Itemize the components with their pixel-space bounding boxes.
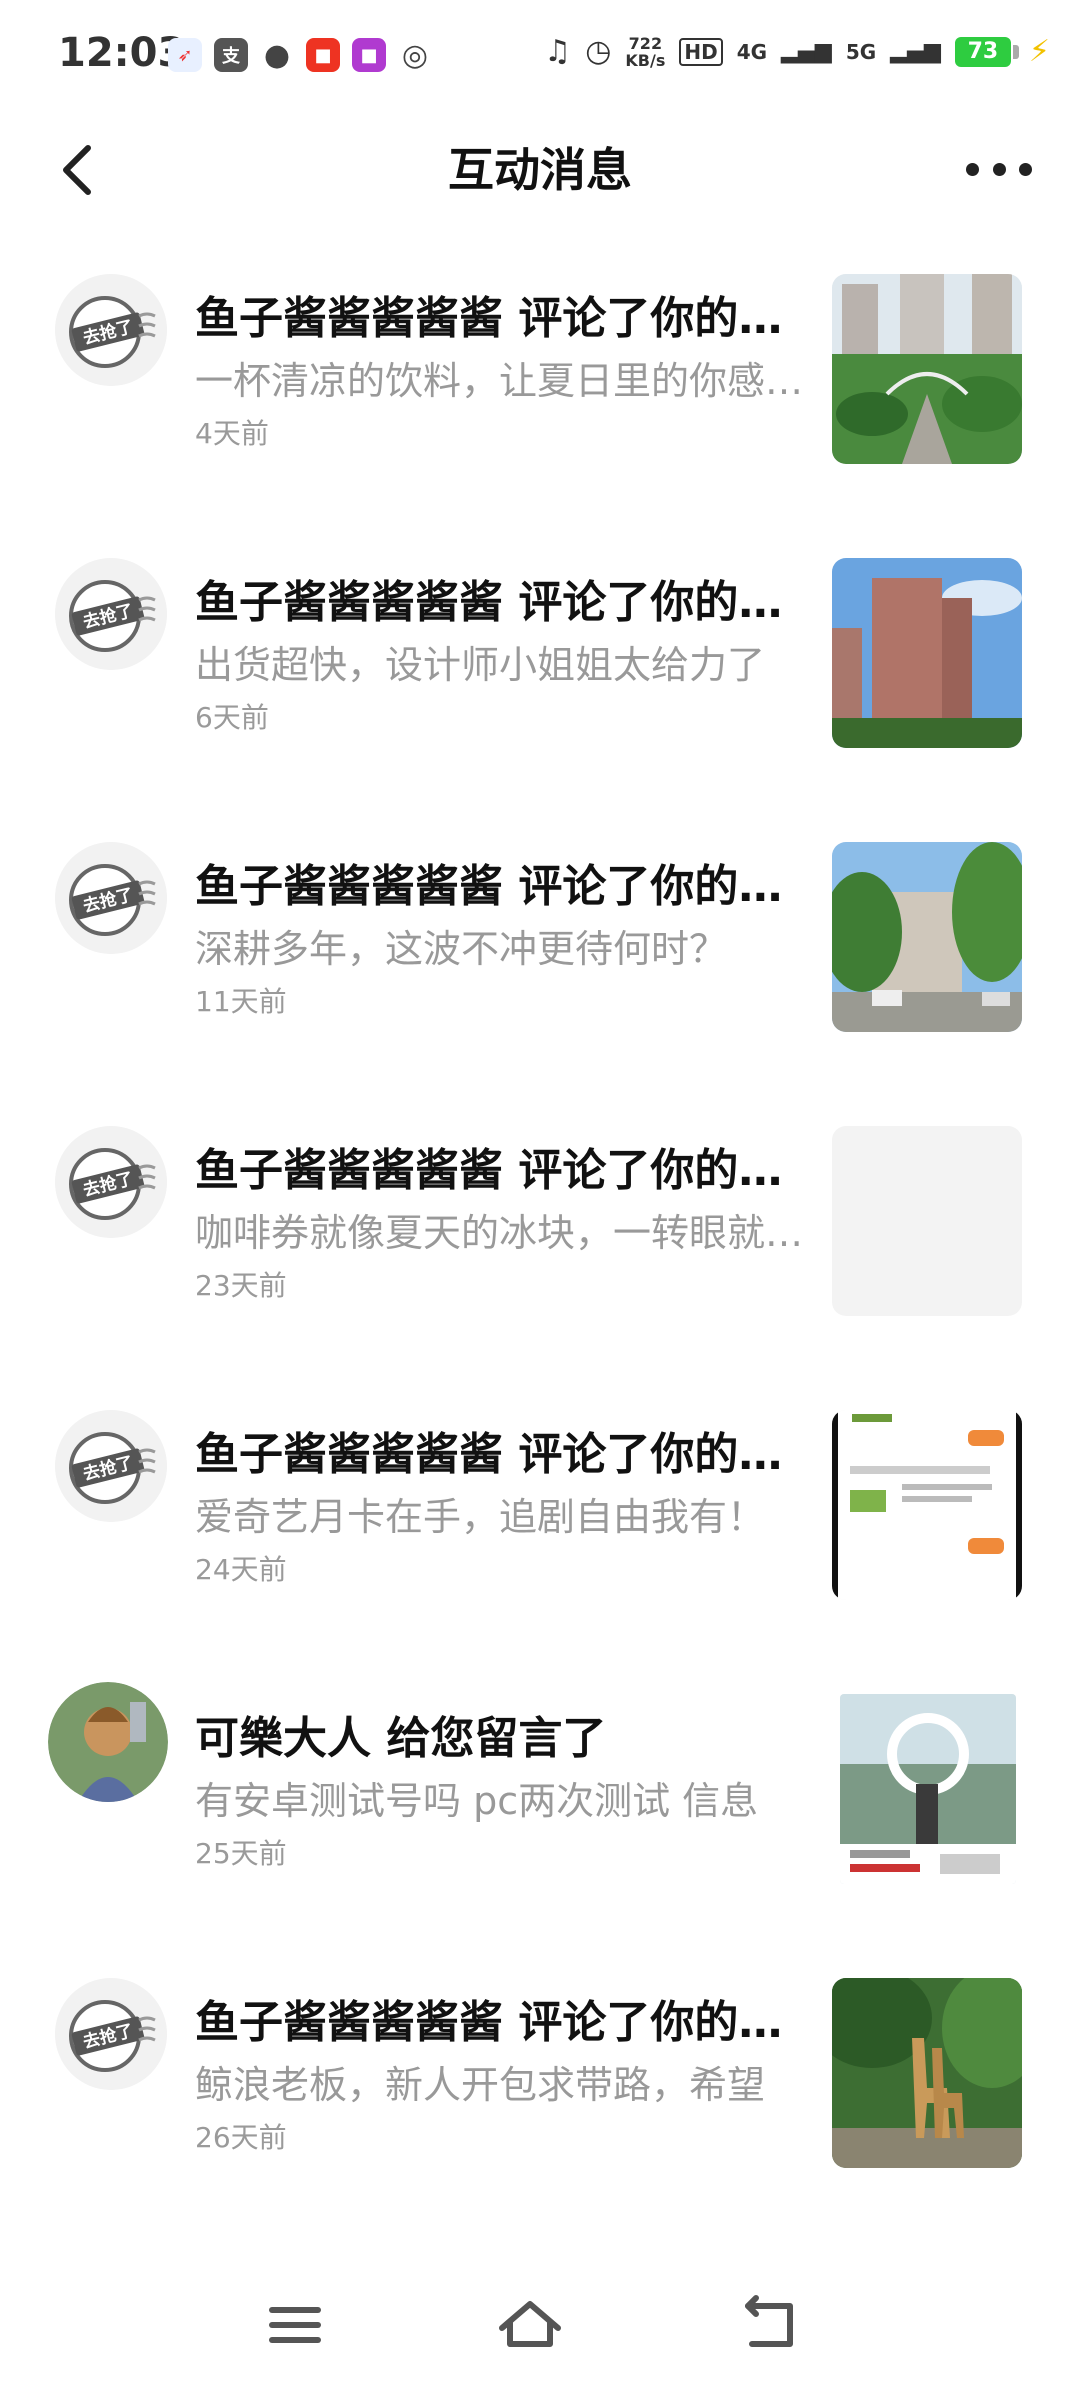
street-image [832,842,1022,1032]
dot-icon [992,162,1006,176]
message-preview: 出货超快，设计师小姐姐太给力了 [195,643,766,687]
list-item[interactable]: 去抢了 鱼子酱酱酱酱酱 评论了你的动态 出货超快，设计师小姐姐太给力了 6天前 [0,546,1080,748]
top-app-bar: 互动消息 [0,120,1080,220]
message-preview: 鲸浪老板，新人开包求带路，希望 [195,2063,766,2107]
back-nav-button[interactable] [730,2290,810,2360]
message-title: 鱼子酱酱酱酱酱 评论了你的动态 [195,293,825,344]
bank-app-icon: ■ [352,38,386,72]
message-title: 鱼子酱酱酱酱酱 评论了你的动态 [195,861,825,912]
stamp-avatar-icon: 去抢了 [55,1410,167,1522]
stamp-avatar-icon: 去抢了 [55,274,167,386]
signal-4g: 4G [736,39,768,64]
avatar[interactable]: 去抢了 [55,1978,167,2090]
signal-bars-icon: ▂▄▆ [890,39,941,64]
message-time: 25天前 [195,1837,287,1870]
signal-5g: 5G [845,39,877,64]
message-title: 可樂大人 给您留言了 [195,1713,607,1764]
avatar[interactable]: 去抢了 [55,1126,167,1238]
message-preview: 咖啡券就像夏天的冰块，一转眼就没了 [195,1211,825,1255]
game-scene-image [840,1694,1016,1884]
message-title: 鱼子酱酱酱酱酱 评论了你的动态 [195,1429,825,1480]
shopping-app-icon: ■ [306,38,340,72]
game-character-avatar-icon [48,1682,168,1802]
list-item[interactable]: 去抢了 鱼子酱酱酱酱酱 评论了你的动态 深耕多年，这波不冲更待何时？ 11天前 [0,830,1080,1032]
home-button[interactable] [490,2290,570,2360]
battery-indicator: 73 [954,36,1019,67]
list-item[interactable]: 去抢了 鱼子酱酱酱酱酱 评论了你的动态 咖啡券就像夏天的冰块，一转眼就没了 23… [0,1114,1080,1316]
menu-icon [269,2307,321,2343]
stamp-avatar-icon: 去抢了 [55,558,167,670]
network-speed: 722 KB/s [625,33,666,70]
stamp-avatar-icon: 去抢了 [55,842,167,954]
page-title: 互动消息 [448,143,632,197]
charging-icon: ⚡ [1028,34,1050,69]
avatar[interactable]: 去抢了 [55,274,167,386]
alarm-icon: ◷ [585,34,612,69]
message-preview: 爱奇艺月卡在手，追剧自由我有！ [195,1495,766,1539]
message-time: 24天前 [195,1553,287,1586]
post-thumbnail[interactable] [832,558,1022,748]
avatar[interactable]: 去抢了 [55,1410,167,1522]
message-time: 11天前 [195,985,287,1018]
stamp-avatar-icon: 去抢了 [55,1126,167,1238]
avatar[interactable]: 去抢了 [55,842,167,954]
headphones-icon: ♫ [544,34,572,69]
post-thumbnail[interactable] [832,1978,1022,2168]
tower-image [832,558,1022,748]
post-thumbnail[interactable] [832,274,1022,464]
signal-bars-icon: ▂▄▆ [781,39,832,64]
avatar[interactable]: 去抢了 [55,558,167,670]
list-item[interactable]: 去抢了 鱼子酱酱酱酱酱 评论了你的动态 爱奇艺月卡在手，追剧自由我有！ 24天前 [0,1398,1080,1600]
status-time: 12:03 [58,30,186,76]
post-thumbnail[interactable] [832,842,1022,1032]
notification-icons: ➶ 支 ● ■ ■ ◎ [168,37,432,73]
message-time: 23天前 [195,1269,287,1302]
message-preview: 深耕多年，这波不冲更待何时？ [195,927,728,971]
chat-screenshot-image [832,1410,1022,1600]
dot-icon [1019,162,1032,176]
message-time: 6天前 [195,701,269,734]
message-title: 鱼子酱酱酱酱酱 评论了你的动态 [195,1997,825,2048]
recent-apps-button[interactable] [256,2290,336,2360]
message-title: 鱼子酱酱酱酱酱 评论了你的动态 [195,1145,825,1196]
message-time: 4天前 [195,417,269,450]
list-item[interactable]: 去抢了 鱼子酱酱酱酱酱 评论了你的动态 一杯清凉的饮料，让夏日里的你感到清爽 4… [0,262,1080,464]
giraffe-image [832,1978,1022,2168]
message-time: 26天前 [195,2121,287,2154]
back-arrow-icon [745,2295,793,2347]
dot-icon [966,162,979,176]
stamp-avatar-icon: 去抢了 [55,1978,167,2090]
status-bar: 12:03 ➶ 支 ● ■ ■ ◎ ♫ ◷ 722 KB/s HD 4G ▂▄▆… [0,0,1080,120]
list-item[interactable]: 去抢了 鱼子酱酱酱酱酱 评论了你的动态 鲸浪老板，新人开包求带路，希望 26天前 [0,1966,1080,2168]
compass-icon: ◎ [401,37,429,73]
chat-bubble-icon: ● [263,37,291,73]
system-navigation-bar [0,2270,1080,2388]
home-icon [499,2301,561,2347]
list-item[interactable]: 可樂大人 给您留言了 有安卓测试号吗 pc两次测试 信息 25天前 [0,1682,1080,1884]
more-options-button[interactable] [966,156,1032,182]
post-thumbnail-placeholder[interactable] [832,1126,1022,1316]
message-title: 鱼子酱酱酱酱酱 评论了你的动态 [195,577,825,628]
post-thumbnail[interactable] [832,1410,1022,1600]
avatar[interactable] [48,1682,168,1802]
message-preview: 一杯清凉的饮料，让夏日里的你感到清爽 [195,359,825,403]
hd-badge: HD [679,37,723,66]
alipay-icon: 支 [214,38,248,72]
post-thumbnail[interactable] [840,1694,1016,1884]
garden-image [832,274,1022,464]
message-preview: 有安卓测试号吗 pc两次测试 信息 [195,1779,759,1823]
browser-icon: ➶ [168,38,202,72]
system-status: ♫ ◷ 722 KB/s HD 4G ▂▄▆ 5G ▂▄▆ 73 ⚡ [544,34,1050,69]
